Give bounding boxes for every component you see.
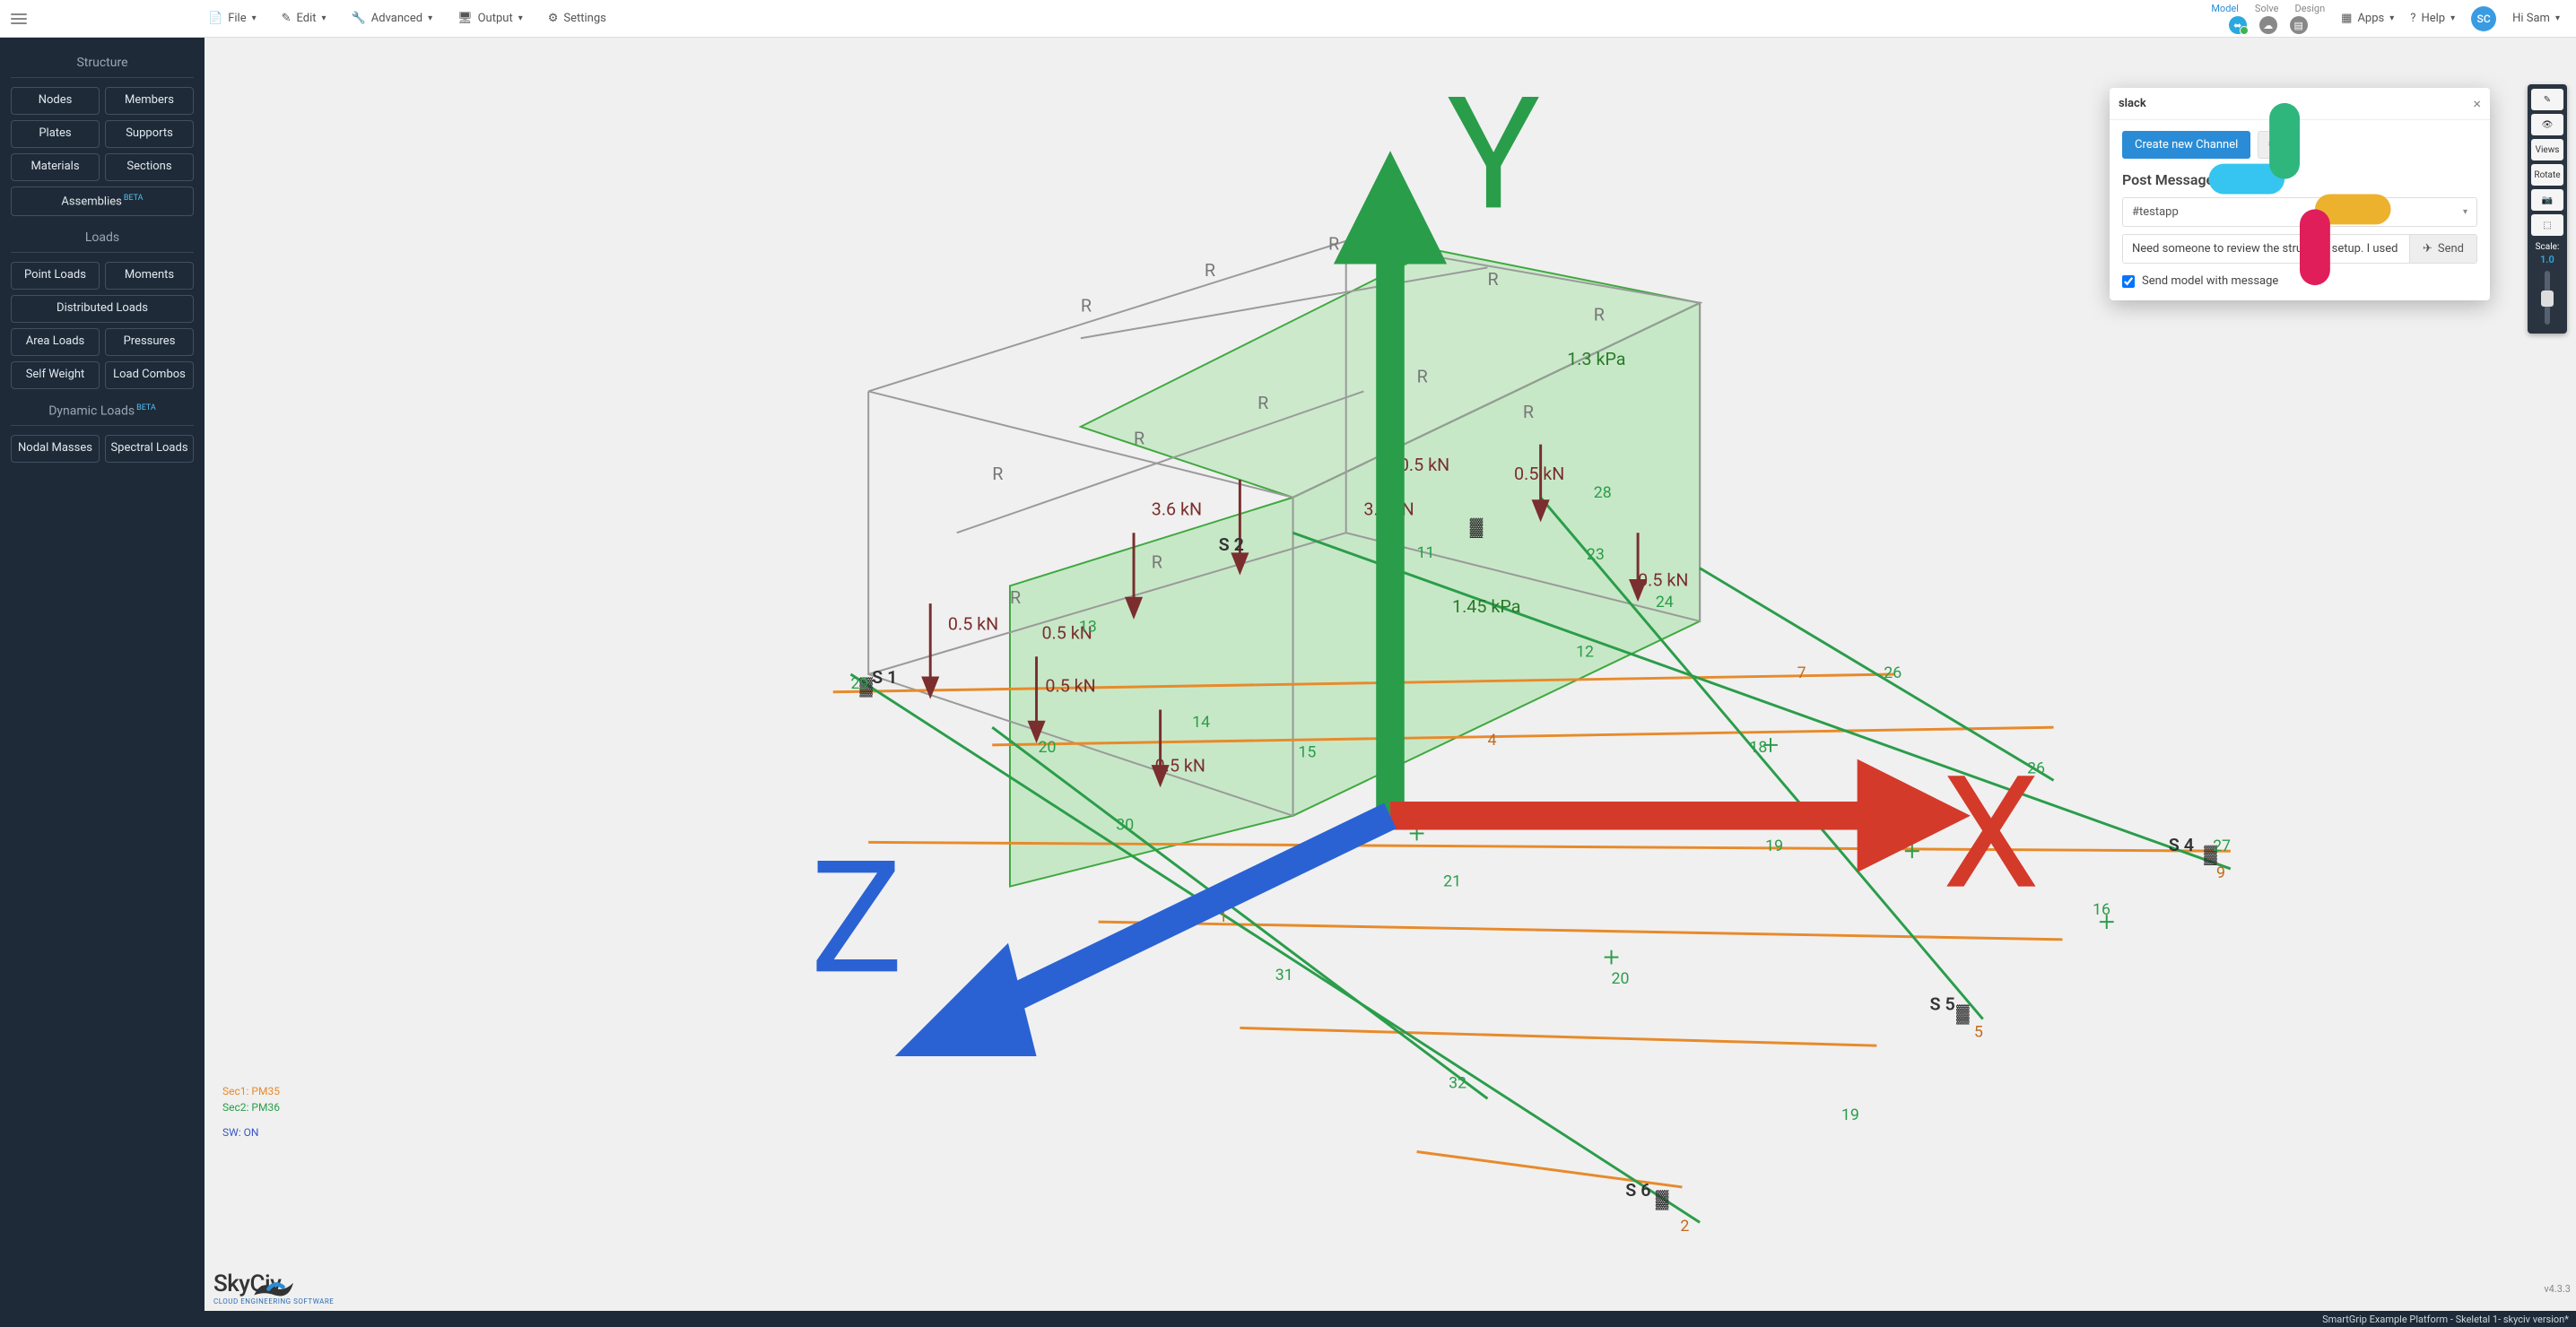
rail-pencil[interactable]: ✎ <box>2531 89 2563 110</box>
svg-text:Y: Y <box>1447 64 1540 246</box>
btn-pressures[interactable]: Pressures <box>105 328 194 356</box>
rail-scale-value: 1.0 <box>2540 254 2554 265</box>
menu-help-label: Help <box>2421 12 2445 25</box>
top-menu-bar: 📄 File ▾ ✎ Edit ▾ 🔧 Advanced ▾ 🖥 Output … <box>0 0 2576 38</box>
menu-settings[interactable]: ⚙ Settings <box>548 12 606 25</box>
rail-scale-label: Scale: <box>2536 242 2560 252</box>
rail-scale-slider[interactable] <box>2545 271 2550 325</box>
beta-badge: BETA <box>124 194 144 203</box>
rail-views[interactable]: Views <box>2531 139 2563 160</box>
chevron-down-icon: ▾ <box>322 13 326 23</box>
user-menu[interactable]: Hi Sam ▾ <box>2512 12 2560 25</box>
btn-members[interactable]: Members <box>105 87 194 115</box>
menu-file[interactable]: 📄 File ▾ <box>208 12 257 25</box>
avatar[interactable]: SC <box>2471 6 2496 31</box>
rail-rotate[interactable]: Rotate <box>2531 164 2563 186</box>
monitor-icon: 🖥 <box>457 12 473 25</box>
menu-edit[interactable]: ✎ Edit ▾ <box>282 12 326 25</box>
rail-cube[interactable]: ⬚ <box>2531 214 2563 236</box>
mode-solve[interactable]: Solve <box>2255 3 2279 14</box>
btn-supports[interactable]: Supports <box>105 120 194 148</box>
version-label: v4.3.3 <box>2544 1283 2571 1295</box>
beta-badge: BETA <box>136 403 156 412</box>
menu-advanced-label: Advanced <box>371 12 422 25</box>
sidebar-section-dynamic: Dynamic LoadsBETA <box>11 403 194 419</box>
menu-settings-label: Settings <box>563 12 605 25</box>
model-icon[interactable]: ⬌ <box>2229 16 2247 34</box>
menu-advanced[interactable]: 🔧 Advanced ▾ <box>352 12 433 25</box>
dynamic-title-label: Dynamic Loads <box>48 403 135 418</box>
btn-assemblies[interactable]: AssembliesBETA <box>11 186 194 216</box>
rail-camera[interactable]: 📷 <box>2531 189 2563 211</box>
menu-edit-label: Edit <box>297 12 317 25</box>
btn-distributed-loads[interactable]: Distributed Loads <box>11 295 194 323</box>
chevron-down-icon: ▾ <box>518 13 523 23</box>
mode-tabs: Model Solve Design ⬌ ☁ ▤ <box>2211 3 2325 34</box>
sidebar-section-structure: Structure <box>11 56 194 70</box>
svg-text:X: X <box>1942 743 2040 925</box>
menu-apps[interactable]: ▦ Apps ▾ <box>2341 12 2394 25</box>
mode-model[interactable]: Model <box>2211 3 2239 14</box>
btn-nodes[interactable]: Nodes <box>11 87 100 115</box>
svg-text:Z: Z <box>810 828 903 1010</box>
menu-file-label: File <box>228 12 246 25</box>
btn-area-loads[interactable]: Area Loads <box>11 328 100 356</box>
chevron-down-icon: ▾ <box>252 13 257 23</box>
btn-plates[interactable]: Plates <box>11 120 100 148</box>
wrench-icon: 🔧 <box>352 12 366 25</box>
gear-icon: ⚙ <box>548 12 559 25</box>
sidebar-section-loads: Loads <box>11 230 194 245</box>
file-icon: 📄 <box>208 12 222 25</box>
btn-spectral-loads[interactable]: Spectral Loads <box>105 435 194 463</box>
hamburger-menu[interactable] <box>0 0 38 37</box>
mode-design[interactable]: Design <box>2295 3 2326 14</box>
status-text: SmartGrip Example Platform - Skeletal 1-… <box>2322 1314 2569 1325</box>
menu-output-label: Output <box>478 12 513 25</box>
rail-eye[interactable]: 👁 <box>2531 114 2563 135</box>
btn-assemblies-label: Assemblies <box>61 195 121 208</box>
slack-popup: slack × Create new Channel ⚙ Post Messag… <box>2110 88 2490 300</box>
btn-load-combos[interactable]: Load Combos <box>105 361 194 389</box>
design-icon[interactable]: ▤ <box>2290 16 2308 34</box>
btn-moments[interactable]: Moments <box>105 262 194 290</box>
chevron-down-icon: ▾ <box>2389 13 2394 23</box>
btn-materials[interactable]: Materials <box>11 153 100 181</box>
sidebar: Structure Nodes Members Plates Supports … <box>0 38 205 1311</box>
menu-apps-label: Apps <box>2357 12 2384 25</box>
solve-icon[interactable]: ☁ <box>2259 16 2277 34</box>
chevron-down-icon: ▾ <box>2555 13 2560 23</box>
status-bar: SmartGrip Example Platform - Skeletal 1-… <box>0 1311 2576 1327</box>
btn-sections[interactable]: Sections <box>105 153 194 181</box>
model-viewport[interactable]: RRR RR RRR RR RR <box>205 38 2576 1311</box>
btn-self-weight[interactable]: Self Weight <box>11 361 100 389</box>
help-icon: ? <box>2410 12 2415 25</box>
chevron-down-icon: ▾ <box>428 13 432 23</box>
skyciv-logo: SkyCiv CLOUD ENGINEERING SOFTWARE <box>213 1271 334 1305</box>
btn-nodal-masses[interactable]: Nodal Masses <box>11 435 100 463</box>
grid-icon: ▦ <box>2341 12 2352 25</box>
pencil-icon: ✎ <box>282 12 292 25</box>
slack-logo: slack <box>2119 97 2146 110</box>
menu-help[interactable]: ? Help ▾ <box>2410 12 2455 25</box>
right-rail: ✎ 👁 Views Rotate 📷 ⬚ Scale: 1.0 <box>2528 84 2567 334</box>
chevron-down-icon: ▾ <box>2450 13 2455 23</box>
user-greeting: Hi Sam <box>2512 12 2550 25</box>
menu-output[interactable]: 🖥 Output ▾ <box>457 12 523 25</box>
btn-point-loads[interactable]: Point Loads <box>11 262 100 290</box>
